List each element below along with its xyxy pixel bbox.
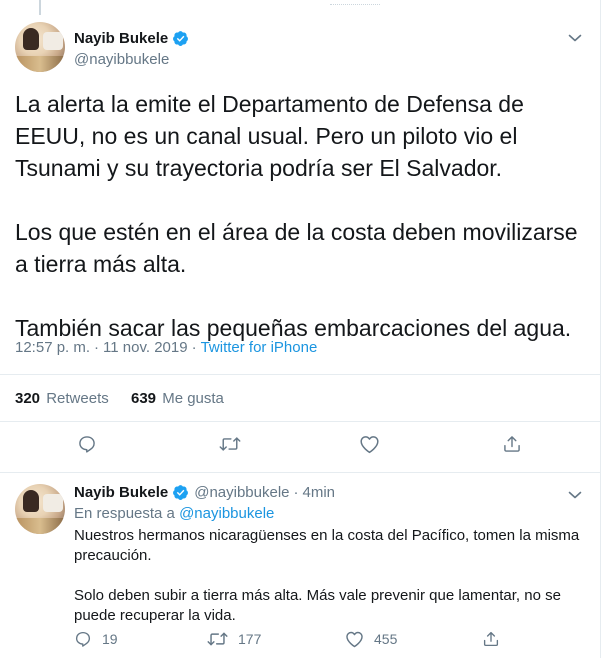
retweets-count: 177 bbox=[238, 631, 262, 647]
share-button[interactable] bbox=[502, 434, 522, 454]
author-handle[interactable]: @nayibbukele bbox=[74, 51, 169, 68]
likes-count: 455 bbox=[374, 631, 398, 647]
share-button[interactable] bbox=[482, 630, 500, 648]
author-display-name[interactable]: Nayib Bukele bbox=[74, 484, 168, 501]
avatar[interactable] bbox=[15, 484, 65, 534]
chevron-down-icon[interactable] bbox=[568, 490, 582, 500]
tweet-paragraph: La alerta la emite el Departamento de De… bbox=[15, 91, 524, 181]
author-name-row[interactable]: Nayib Bukele bbox=[74, 30, 189, 47]
main-tweet: Nayib Bukele @nayibbukele La alerta la e… bbox=[0, 0, 600, 473]
tweet-text: Nuestros hermanos nicaragüenses en la co… bbox=[74, 526, 584, 626]
meta-separator: · bbox=[94, 339, 100, 356]
author-handle[interactable]: @nayibbukele bbox=[194, 484, 289, 501]
retweets-count: 320 bbox=[15, 390, 41, 407]
tweet-text: La alerta la emite el Departamento de De… bbox=[15, 88, 590, 344]
tweet-time[interactable]: 4min bbox=[303, 484, 336, 501]
tweet-meta: 12:57 p. m. · 11 nov. 2019 · Twitter for iPh… bbox=[15, 339, 317, 356]
replying-to: En respuesta a @nayibbukele bbox=[74, 505, 274, 522]
likes-count: 639 bbox=[131, 390, 157, 407]
share-icon bbox=[504, 436, 520, 452]
replies-count: 19 bbox=[102, 631, 118, 647]
retweets-stat[interactable]: 320 Retweets bbox=[15, 390, 109, 407]
meta-separator: · bbox=[191, 339, 197, 356]
verified-badge-icon bbox=[173, 31, 189, 46]
replying-to-mention[interactable]: @nayibbukele bbox=[179, 505, 274, 522]
tweet-paragraph: Nuestros hermanos nicaragüenses en la co… bbox=[74, 527, 580, 564]
tweet-stats: 320 Retweets 639 Me gusta bbox=[0, 374, 600, 422]
tweet-time[interactable]: 12:57 p. m. bbox=[15, 339, 90, 356]
tweet-paragraph: Solo deben subir a tierra más alta. Más … bbox=[74, 587, 561, 624]
heart-icon bbox=[346, 631, 363, 648]
tweet-paragraph: Los que estén en el área de la costa deb… bbox=[15, 219, 578, 277]
meta-separator: · bbox=[293, 484, 299, 501]
tweet-date[interactable]: 11 nov. 2019 bbox=[103, 339, 188, 356]
tweet-source-link[interactable]: Twitter for iPhone bbox=[201, 339, 318, 356]
likes-stat[interactable]: 639 Me gusta bbox=[131, 390, 224, 407]
author-display-name[interactable]: Nayib Bukele bbox=[74, 30, 168, 47]
replying-to-label: En respuesta a bbox=[74, 505, 175, 522]
tweet-thread: Nayib Bukele @nayibbukele La alerta la e… bbox=[0, 0, 601, 658]
retweet-icon bbox=[207, 632, 228, 646]
reply-icon bbox=[79, 436, 95, 453]
verified-badge-icon bbox=[173, 485, 189, 500]
reply-button[interactable]: 19 bbox=[74, 630, 118, 648]
avatar[interactable] bbox=[15, 22, 65, 72]
chevron-down-icon[interactable] bbox=[568, 33, 582, 43]
retweets-label: Retweets bbox=[46, 390, 109, 407]
retweet-button[interactable] bbox=[219, 434, 241, 454]
heart-icon bbox=[360, 436, 379, 454]
retweet-icon bbox=[219, 437, 241, 451]
reply-button[interactable] bbox=[77, 434, 97, 454]
likes-label: Me gusta bbox=[162, 390, 224, 407]
reply-icon bbox=[75, 631, 91, 647]
like-button[interactable] bbox=[359, 434, 380, 454]
author-name-row[interactable]: Nayib Bukele @nayibbukele · 4min bbox=[74, 484, 335, 501]
retweet-button[interactable]: 177 bbox=[207, 630, 261, 648]
share-icon bbox=[483, 631, 499, 647]
like-button[interactable]: 455 bbox=[345, 630, 397, 648]
